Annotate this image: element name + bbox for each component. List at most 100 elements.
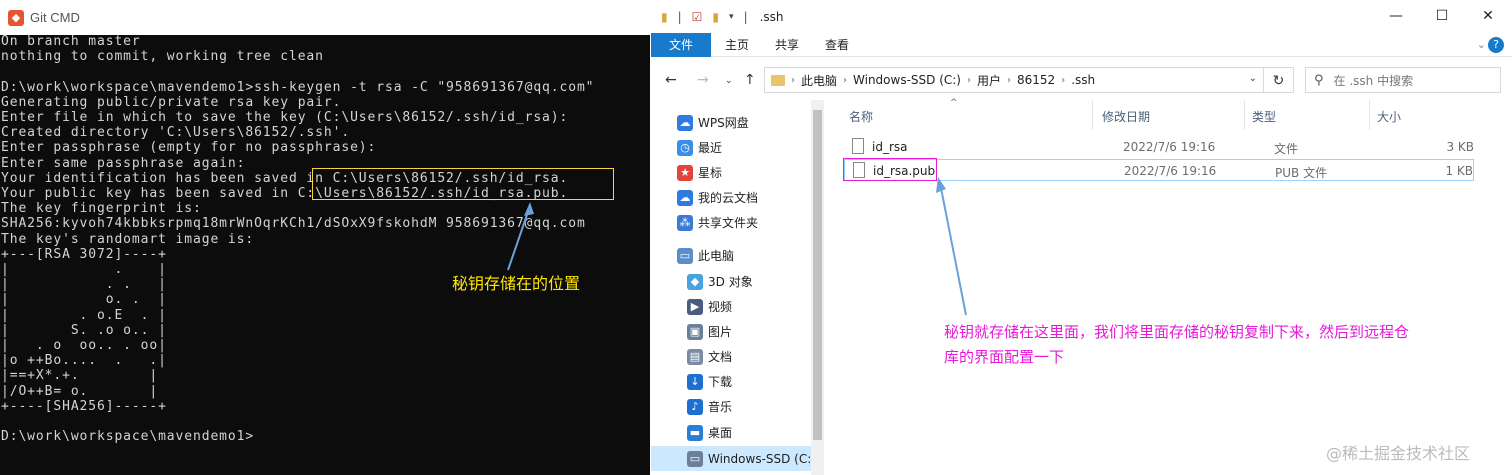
chevron-right-icon: ›	[1007, 74, 1012, 86]
annotation-arrow-icon	[936, 177, 967, 316]
column-size[interactable]: 大小	[1377, 108, 1401, 125]
sidebar-item-share-folder[interactable]: ⁂ 共享文件夹	[677, 210, 758, 235]
sidebar-item-picture[interactable]: ▣ 图片	[687, 319, 732, 344]
explorer-window-title: .ssh	[759, 9, 784, 24]
search-input[interactable]: ⚲ 在 .ssh 中搜索	[1305, 67, 1501, 93]
address-row: ← → ⌄ ↑ › 此电脑 › Windows-SSD (C:) › 用户 › …	[651, 64, 1512, 96]
sidebar-item-label: 文档	[708, 350, 733, 364]
folder-icon: ▮	[661, 9, 668, 24]
terminal-text: On branch master nothing to commit, work…	[1, 34, 595, 445]
cloud-icon: ☁	[677, 114, 693, 131]
column-date[interactable]: 修改日期	[1102, 108, 1150, 125]
up-arrow-icon[interactable]: ↑	[744, 72, 756, 88]
address-bar[interactable]: › 此电脑 › Windows-SSD (C:) › 用户 › 86152 › …	[764, 67, 1264, 93]
sidebar-item-desktop[interactable]: ▬ 桌面	[687, 420, 732, 445]
picture-icon: ▣	[687, 323, 703, 340]
file-explorer-window: ▮ | ☑ ▮ ▾ | .ssh — ☐ ✕ 文件 主页 共享 查看 ⌄ ? ←…	[651, 0, 1512, 475]
git-cmd-window: ◆ Git CMD On branch master nothing to co…	[0, 0, 650, 475]
sidebar-item-drive[interactable]: ▭ Windows-SSD (C:	[687, 446, 811, 471]
column-divider[interactable]	[1244, 100, 1245, 130]
chevron-right-icon: ›	[791, 74, 795, 86]
cmd-window-title: Git CMD	[30, 10, 80, 25]
breadcrumb-user[interactable]: 86152	[1017, 73, 1055, 87]
sidebar-item-document[interactable]: ▤ 文档	[687, 344, 732, 369]
sidebar-item-star[interactable]: ★ 星标	[677, 160, 722, 185]
sidebar-item-label: 桌面	[708, 426, 733, 440]
sort-arrow-icon: ^	[950, 98, 958, 108]
breadcrumb-drive[interactable]: Windows-SSD (C:)	[853, 73, 961, 87]
explorer-titlebar[interactable]: ▮ | ☑ ▮ ▾ | .ssh — ☐ ✕	[651, 0, 1512, 33]
sidebar-item-cloud-doc[interactable]: ☁ 我的云文档	[677, 185, 758, 210]
terminal-output[interactable]: On branch master nothing to commit, work…	[1, 34, 649, 475]
quick-access-dropdown-icon[interactable]: ▾	[729, 12, 734, 22]
tab-share[interactable]: 共享	[775, 36, 799, 53]
file-row-id-rsa[interactable]: id_rsa 2022/7/6 19:16 文件 3 KB	[844, 136, 1474, 158]
nav-scrollbar-thumb[interactable]	[813, 110, 822, 440]
file-size: 1 KB	[1445, 164, 1473, 178]
breadcrumb-users[interactable]: 用户	[977, 72, 1001, 89]
sidebar-item-cloud[interactable]: ☁ WPS网盘	[677, 110, 749, 135]
new-folder-icon[interactable]: ▮	[712, 10, 719, 24]
column-divider[interactable]	[1092, 100, 1093, 130]
column-divider[interactable]	[1369, 100, 1370, 130]
sidebar-item-label: 我的云文档	[698, 191, 759, 205]
forward-arrow-icon[interactable]: →	[697, 72, 709, 88]
column-name[interactable]: 名称	[849, 108, 873, 125]
breadcrumb-ssh[interactable]: .ssh	[1071, 73, 1095, 87]
pub-file-highlight-box	[843, 158, 937, 181]
close-button[interactable]: ✕	[1465, 0, 1511, 33]
music-icon: ♪	[687, 398, 703, 415]
sidebar-item-label: 星标	[698, 166, 723, 180]
key-path-highlight-box	[312, 168, 614, 200]
computer-icon: ▭	[677, 247, 693, 264]
separator-icon: |	[677, 9, 682, 24]
video-icon: ▶	[687, 298, 703, 315]
file-date: 2022/7/6 19:16	[1123, 140, 1216, 154]
file-size: 3 KB	[1446, 140, 1474, 154]
properties-icon[interactable]: ☑	[692, 10, 703, 24]
cube-icon: ◆	[687, 273, 703, 290]
sidebar-item-label: 图片	[708, 325, 733, 339]
tab-view[interactable]: 查看	[825, 36, 849, 53]
chevron-down-icon[interactable]: ⌄	[1249, 73, 1257, 84]
tab-home[interactable]: 主页	[725, 36, 749, 53]
sidebar-item-cube[interactable]: ◆ 3D 对象	[687, 269, 753, 294]
recent-locations-icon[interactable]: ⌄	[725, 76, 733, 86]
clock-icon: ◷	[677, 139, 693, 156]
cloud-doc-icon: ☁	[677, 189, 693, 206]
cmd-annotation: 秘钥存储在的位置	[452, 274, 581, 293]
file-date: 2022/7/6 19:16	[1124, 164, 1217, 178]
ribbon-tabs: 文件 主页 共享 查看 ⌄	[651, 32, 1512, 57]
chevron-right-icon: ›	[967, 74, 971, 86]
git-icon: ◆	[8, 9, 24, 26]
column-header: ^ 名称 修改日期 类型 大小	[824, 98, 1504, 130]
column-type[interactable]: 类型	[1252, 108, 1276, 125]
cmd-titlebar[interactable]: ◆ Git CMD	[0, 0, 650, 35]
star-icon: ★	[677, 164, 693, 181]
chevron-right-icon: ›	[843, 74, 848, 86]
sidebar-item-label: Windows-SSD (C:	[708, 451, 812, 466]
navigation-pane: ☁ WPS网盘 ◷ 最近 ★ 星标 ☁ 我的云文档 ⁂ 共享文件夹 ▭ 此电脑 ◆ 3D 对象 ▶ 视频 ▣ 图片…	[651, 100, 824, 475]
file-type: 文件	[1274, 142, 1299, 156]
refresh-button[interactable]: ↻	[1264, 67, 1294, 93]
maximize-button[interactable]: ☐	[1419, 0, 1465, 33]
sidebar-item-download[interactable]: ↓ 下载	[687, 369, 732, 394]
sidebar-item-label: 最近	[698, 141, 723, 155]
sidebar-item-computer[interactable]: ▭ 此电脑	[677, 243, 734, 268]
sidebar-item-music[interactable]: ♪ 音乐	[687, 394, 732, 419]
sidebar-item-label: 共享文件夹	[698, 216, 759, 230]
sidebar-item-video[interactable]: ▶ 视频	[687, 294, 732, 319]
breadcrumb-this-pc[interactable]: 此电脑	[801, 72, 837, 89]
back-arrow-icon[interactable]: ←	[665, 72, 677, 88]
tab-file[interactable]: 文件	[651, 32, 711, 57]
chevron-right-icon: ›	[1061, 74, 1066, 86]
ribbon-expand-icon[interactable]: ⌄	[1477, 38, 1486, 51]
minimize-button[interactable]: —	[1373, 0, 1419, 33]
folder-icon	[771, 74, 785, 86]
share-folder-icon: ⁂	[677, 214, 693, 231]
sidebar-item-clock[interactable]: ◷ 最近	[677, 135, 722, 160]
sidebar-item-label: 此电脑	[698, 249, 735, 263]
help-icon[interactable]: ?	[1488, 37, 1504, 53]
file-type: PUB 文件	[1275, 166, 1328, 180]
watermark: @稀土掘金技术社区	[1326, 444, 1471, 463]
